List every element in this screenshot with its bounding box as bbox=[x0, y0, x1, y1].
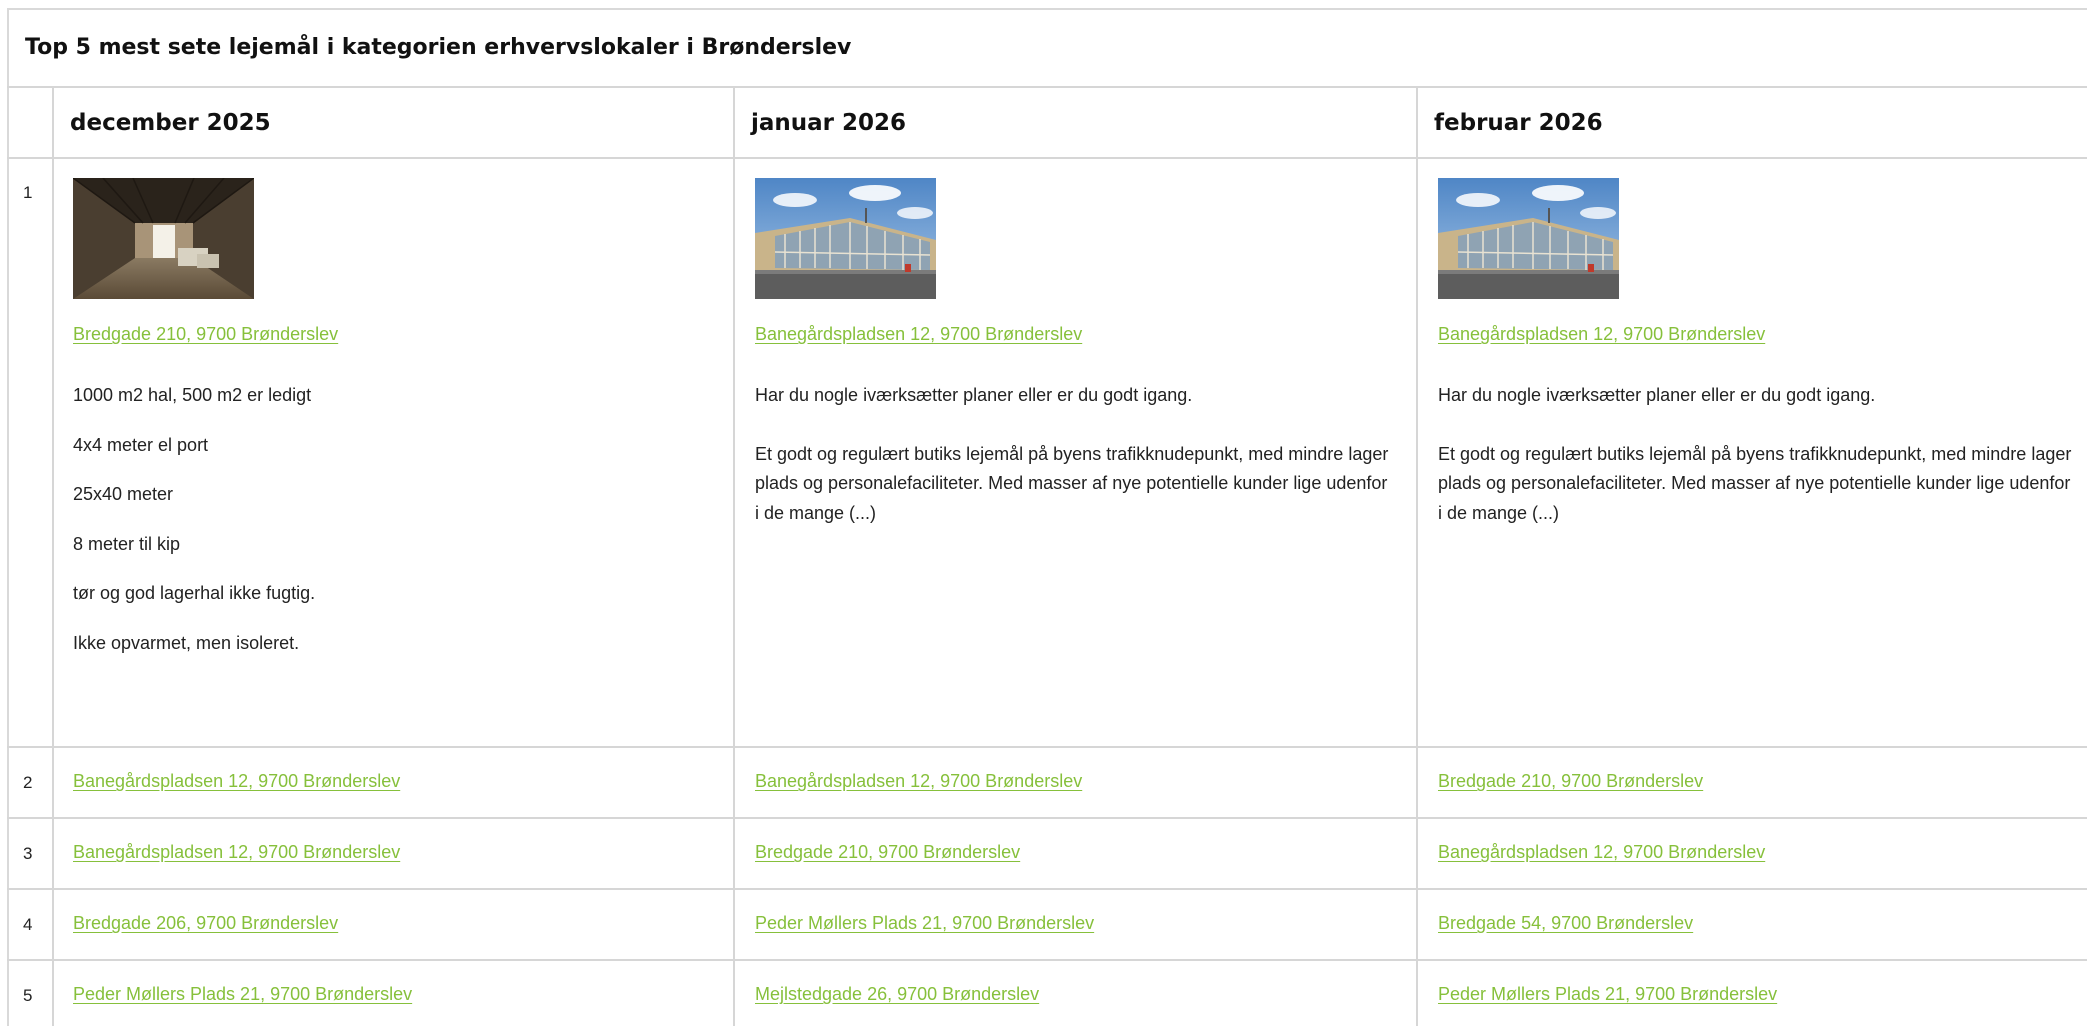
rank-number: 5 bbox=[23, 986, 33, 1005]
listing-address-link[interactable]: Bredgade 210, 9700 Brønderslev bbox=[73, 324, 338, 345]
rank-number: 4 bbox=[23, 915, 33, 934]
grid-line-header-top bbox=[7, 86, 2087, 88]
rank-number: 3 bbox=[23, 844, 33, 863]
description-body: Et godt og regulært butiks lejemål på by… bbox=[1438, 443, 2072, 523]
grid-line-row1 bbox=[7, 746, 2087, 748]
listing-thumbnail-building[interactable] bbox=[755, 178, 936, 299]
listing-address-link[interactable]: Peder Møllers Plads 21, 9700 Brønderslev bbox=[1438, 984, 1777, 1005]
description-intro: Har du nogle iværksætter planer eller er… bbox=[755, 385, 1193, 405]
description-line: Ikke opvarmet, men isoleret. bbox=[73, 632, 300, 653]
listing-address-link[interactable]: Banegårdspladsen 12, 9700 Brønderslev bbox=[1438, 842, 1765, 863]
listing-address-link[interactable]: Banegårdspladsen 12, 9700 Brønderslev bbox=[755, 771, 1082, 792]
grid-line-row3 bbox=[7, 888, 2087, 890]
listing-address-link[interactable]: Bredgade 206, 9700 Brønderslev bbox=[73, 913, 338, 934]
listing-description: 1000 m2 hal, 500 m2 er ledigt 4x4 meter … bbox=[73, 381, 713, 658]
description-line: tør og god lagerhal ikke fugtig. bbox=[73, 583, 316, 603]
listing-address-link[interactable]: Bredgade 54, 9700 Brønderslev bbox=[1438, 913, 1693, 934]
grid-line-header-bottom bbox=[7, 157, 2087, 159]
column-header-month: januar 2026 bbox=[751, 110, 907, 136]
rank-number: 1 bbox=[23, 183, 33, 202]
description-body: Et godt og regulært butiks lejemål på by… bbox=[755, 443, 1389, 523]
grid-line-row4 bbox=[7, 959, 2087, 961]
rank-number: 2 bbox=[23, 773, 33, 792]
listing-thumbnail-warehouse[interactable] bbox=[73, 178, 254, 299]
listing-address-link[interactable]: Peder Møllers Plads 21, 9700 Brønderslev bbox=[73, 984, 412, 1005]
listing-address-link[interactable]: Peder Møllers Plads 21, 9700 Brønderslev bbox=[755, 913, 1094, 934]
listing-address-link[interactable]: Banegårdspladsen 12, 9700 Brønderslev bbox=[1438, 324, 1765, 345]
grid-line-col2 bbox=[1416, 86, 1418, 1026]
listing-address-link[interactable]: Bredgade 210, 9700 Brønderslev bbox=[1438, 771, 1703, 792]
listing-address-link[interactable]: Banegårdspladsen 12, 9700 Brønderslev bbox=[755, 324, 1082, 345]
grid-line-row2 bbox=[7, 817, 2087, 819]
description-line: 4x4 meter el port bbox=[73, 434, 209, 455]
description-line: 1000 m2 hal, 500 m2 er ledigt bbox=[73, 385, 312, 405]
listing-thumbnail-building[interactable] bbox=[1438, 178, 1619, 299]
description-line: 8 meter til kip bbox=[73, 533, 181, 554]
listing-address-link[interactable]: Mejlstedgade 26, 9700 Brønderslev bbox=[755, 984, 1039, 1005]
grid-line-rank-col bbox=[52, 86, 54, 1026]
listing-address-link[interactable]: Banegårdspladsen 12, 9700 Brønderslev bbox=[73, 771, 400, 792]
listing-address-link[interactable]: Banegårdspladsen 12, 9700 Brønderslev bbox=[73, 842, 400, 863]
panel-title: Top 5 mest sete lejemål i kategorien erh… bbox=[25, 35, 852, 60]
description-line: 25x40 meter bbox=[73, 484, 174, 504]
column-header-month: februar 2026 bbox=[1434, 110, 1603, 136]
grid-line-col1 bbox=[733, 86, 735, 1026]
column-header-month: december 2025 bbox=[70, 110, 271, 136]
listing-description: Har du nogle iværksætter planer eller er… bbox=[755, 381, 1395, 528]
description-intro: Har du nogle iværksætter planer eller er… bbox=[1438, 385, 1876, 405]
listing-description: Har du nogle iværksætter planer eller er… bbox=[1438, 381, 2078, 528]
listing-address-link[interactable]: Bredgade 210, 9700 Brønderslev bbox=[755, 842, 1020, 863]
